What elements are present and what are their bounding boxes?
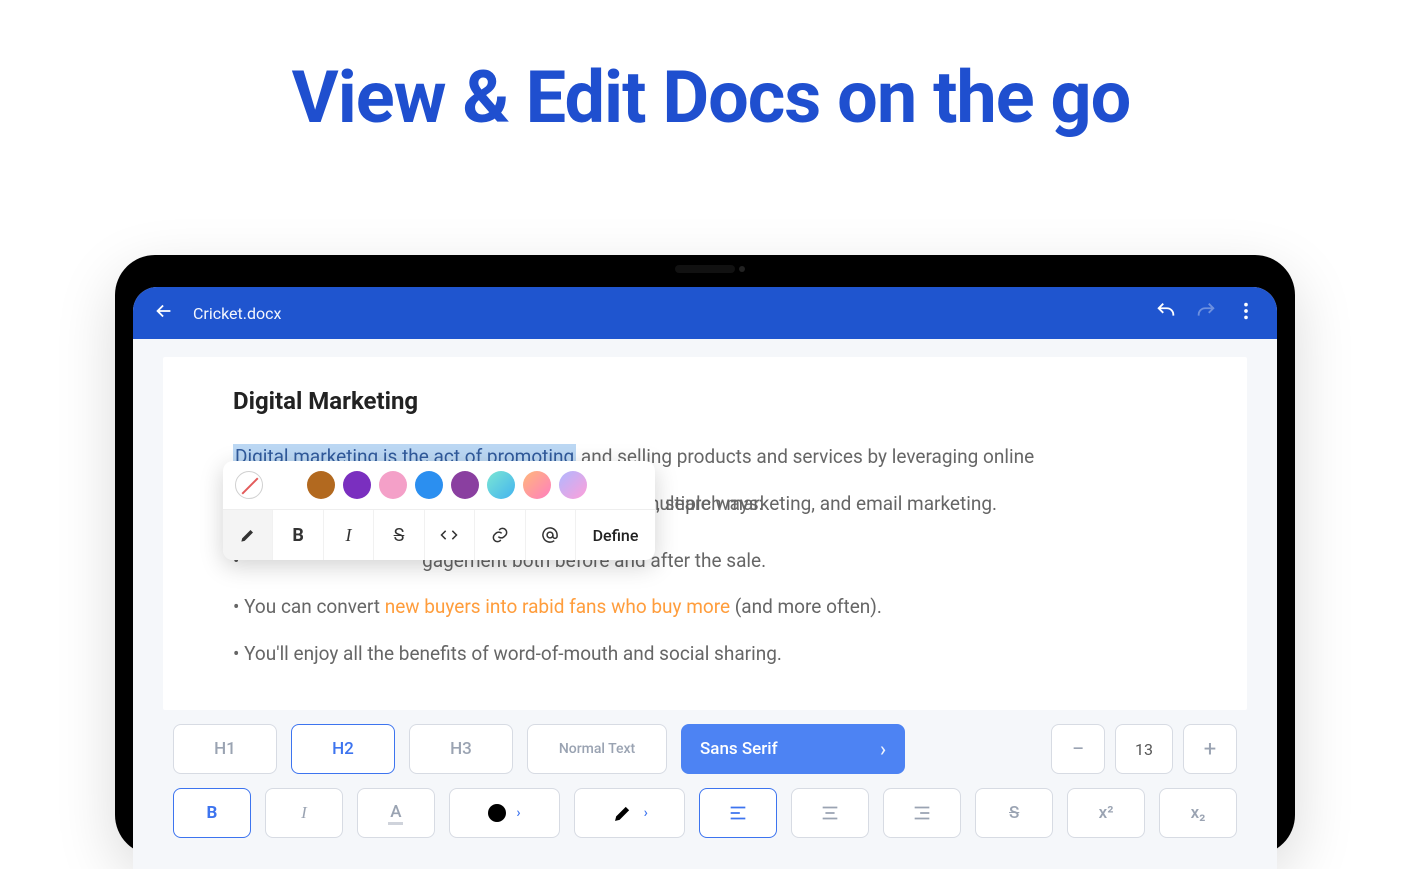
color-gradient-sunset[interactable]: [523, 471, 551, 499]
mention-icon[interactable]: [526, 510, 576, 560]
color-gradient-pastel[interactable]: [559, 471, 587, 499]
document-filename: Cricket.docx: [193, 304, 281, 323]
color-green[interactable]: [271, 471, 299, 499]
define-button[interactable]: Define: [576, 510, 655, 560]
format-popup: B I S Define: [223, 461, 655, 560]
normal-text-button[interactable]: Normal Text: [527, 724, 667, 774]
color-none[interactable]: [235, 471, 263, 499]
doc-bullet-3: • You'll enjoy all the benefits of word-…: [233, 640, 1177, 669]
chevron-right-icon: ›: [880, 737, 886, 761]
document-canvas[interactable]: Digital Marketing Digital marketing is t…: [163, 357, 1247, 710]
bold-button[interactable]: B: [273, 510, 323, 560]
code-icon[interactable]: [425, 510, 475, 560]
black-dot-icon: [488, 804, 506, 822]
redo-icon: [1195, 300, 1217, 326]
doc-text: (and more often).: [730, 595, 882, 618]
text-color-button[interactable]: A: [357, 788, 435, 838]
fill-color-button[interactable]: ›: [449, 788, 560, 838]
font-family-dropdown[interactable]: Sans Serif ›: [681, 724, 905, 774]
align-center-button[interactable]: [791, 788, 869, 838]
strikethrough-toggle[interactable]: S: [975, 788, 1053, 838]
font-size-value[interactable]: 13: [1115, 724, 1173, 774]
align-right-button[interactable]: [883, 788, 961, 838]
bold-toggle[interactable]: B: [173, 788, 251, 838]
doc-heading: Digital Marketing: [233, 387, 1177, 415]
italic-button[interactable]: I: [324, 510, 374, 560]
heading-h3-button[interactable]: H3: [409, 724, 513, 774]
color-brown[interactable]: [307, 471, 335, 499]
app-screen: Cricket.docx Digital Marketing Digital m…: [133, 287, 1277, 869]
heading-h2-button[interactable]: H2: [291, 724, 395, 774]
tablet-mockup: Cricket.docx Digital Marketing Digital m…: [115, 255, 1295, 855]
doc-link-text[interactable]: new buyers into rabid fans who buy more: [385, 595, 730, 618]
chevron-right-icon: ›: [644, 805, 648, 821]
italic-toggle[interactable]: I: [265, 788, 343, 838]
app-bar: Cricket.docx: [133, 287, 1277, 339]
increase-size-button[interactable]: +: [1183, 724, 1237, 774]
popup-tool-row: B I S Define: [223, 509, 655, 560]
align-left-icon: [727, 802, 749, 824]
align-left-button[interactable]: [699, 788, 777, 838]
color-purple[interactable]: [343, 471, 371, 499]
superscript-button[interactable]: x²: [1067, 788, 1145, 838]
chevron-right-icon: ›: [516, 805, 520, 821]
decrease-size-button[interactable]: −: [1051, 724, 1105, 774]
marketing-headline: View & Edit Docs on the go: [0, 55, 1422, 140]
font-family-label: Sans Serif: [700, 739, 778, 759]
more-icon[interactable]: [1235, 300, 1257, 326]
color-pink[interactable]: [379, 471, 407, 499]
color-violet[interactable]: [451, 471, 479, 499]
color-blue[interactable]: [415, 471, 443, 499]
link-icon[interactable]: [475, 510, 525, 560]
strikethrough-button[interactable]: S: [374, 510, 424, 560]
bottom-toolbar: H1 H2 H3 Normal Text Sans Serif › − 13 +…: [133, 710, 1277, 852]
back-icon[interactable]: [153, 300, 175, 326]
marker-icon: [612, 802, 634, 824]
tablet-camera: [675, 265, 735, 273]
align-right-icon: [911, 802, 933, 824]
doc-text: • You can convert: [233, 595, 385, 618]
doc-bullet-2: • You can convert new buyers into rabid …: [233, 593, 1177, 622]
color-gradient-teal[interactable]: [487, 471, 515, 499]
heading-h1-button[interactable]: H1: [173, 724, 277, 774]
highlight-color-button[interactable]: ›: [574, 788, 685, 838]
color-row: [223, 461, 655, 509]
subscript-button[interactable]: x₂: [1159, 788, 1237, 838]
undo-icon[interactable]: [1155, 300, 1177, 326]
align-center-icon: [819, 802, 841, 824]
text-color-icon: A: [388, 802, 403, 825]
highlighter-icon[interactable]: [223, 510, 273, 560]
